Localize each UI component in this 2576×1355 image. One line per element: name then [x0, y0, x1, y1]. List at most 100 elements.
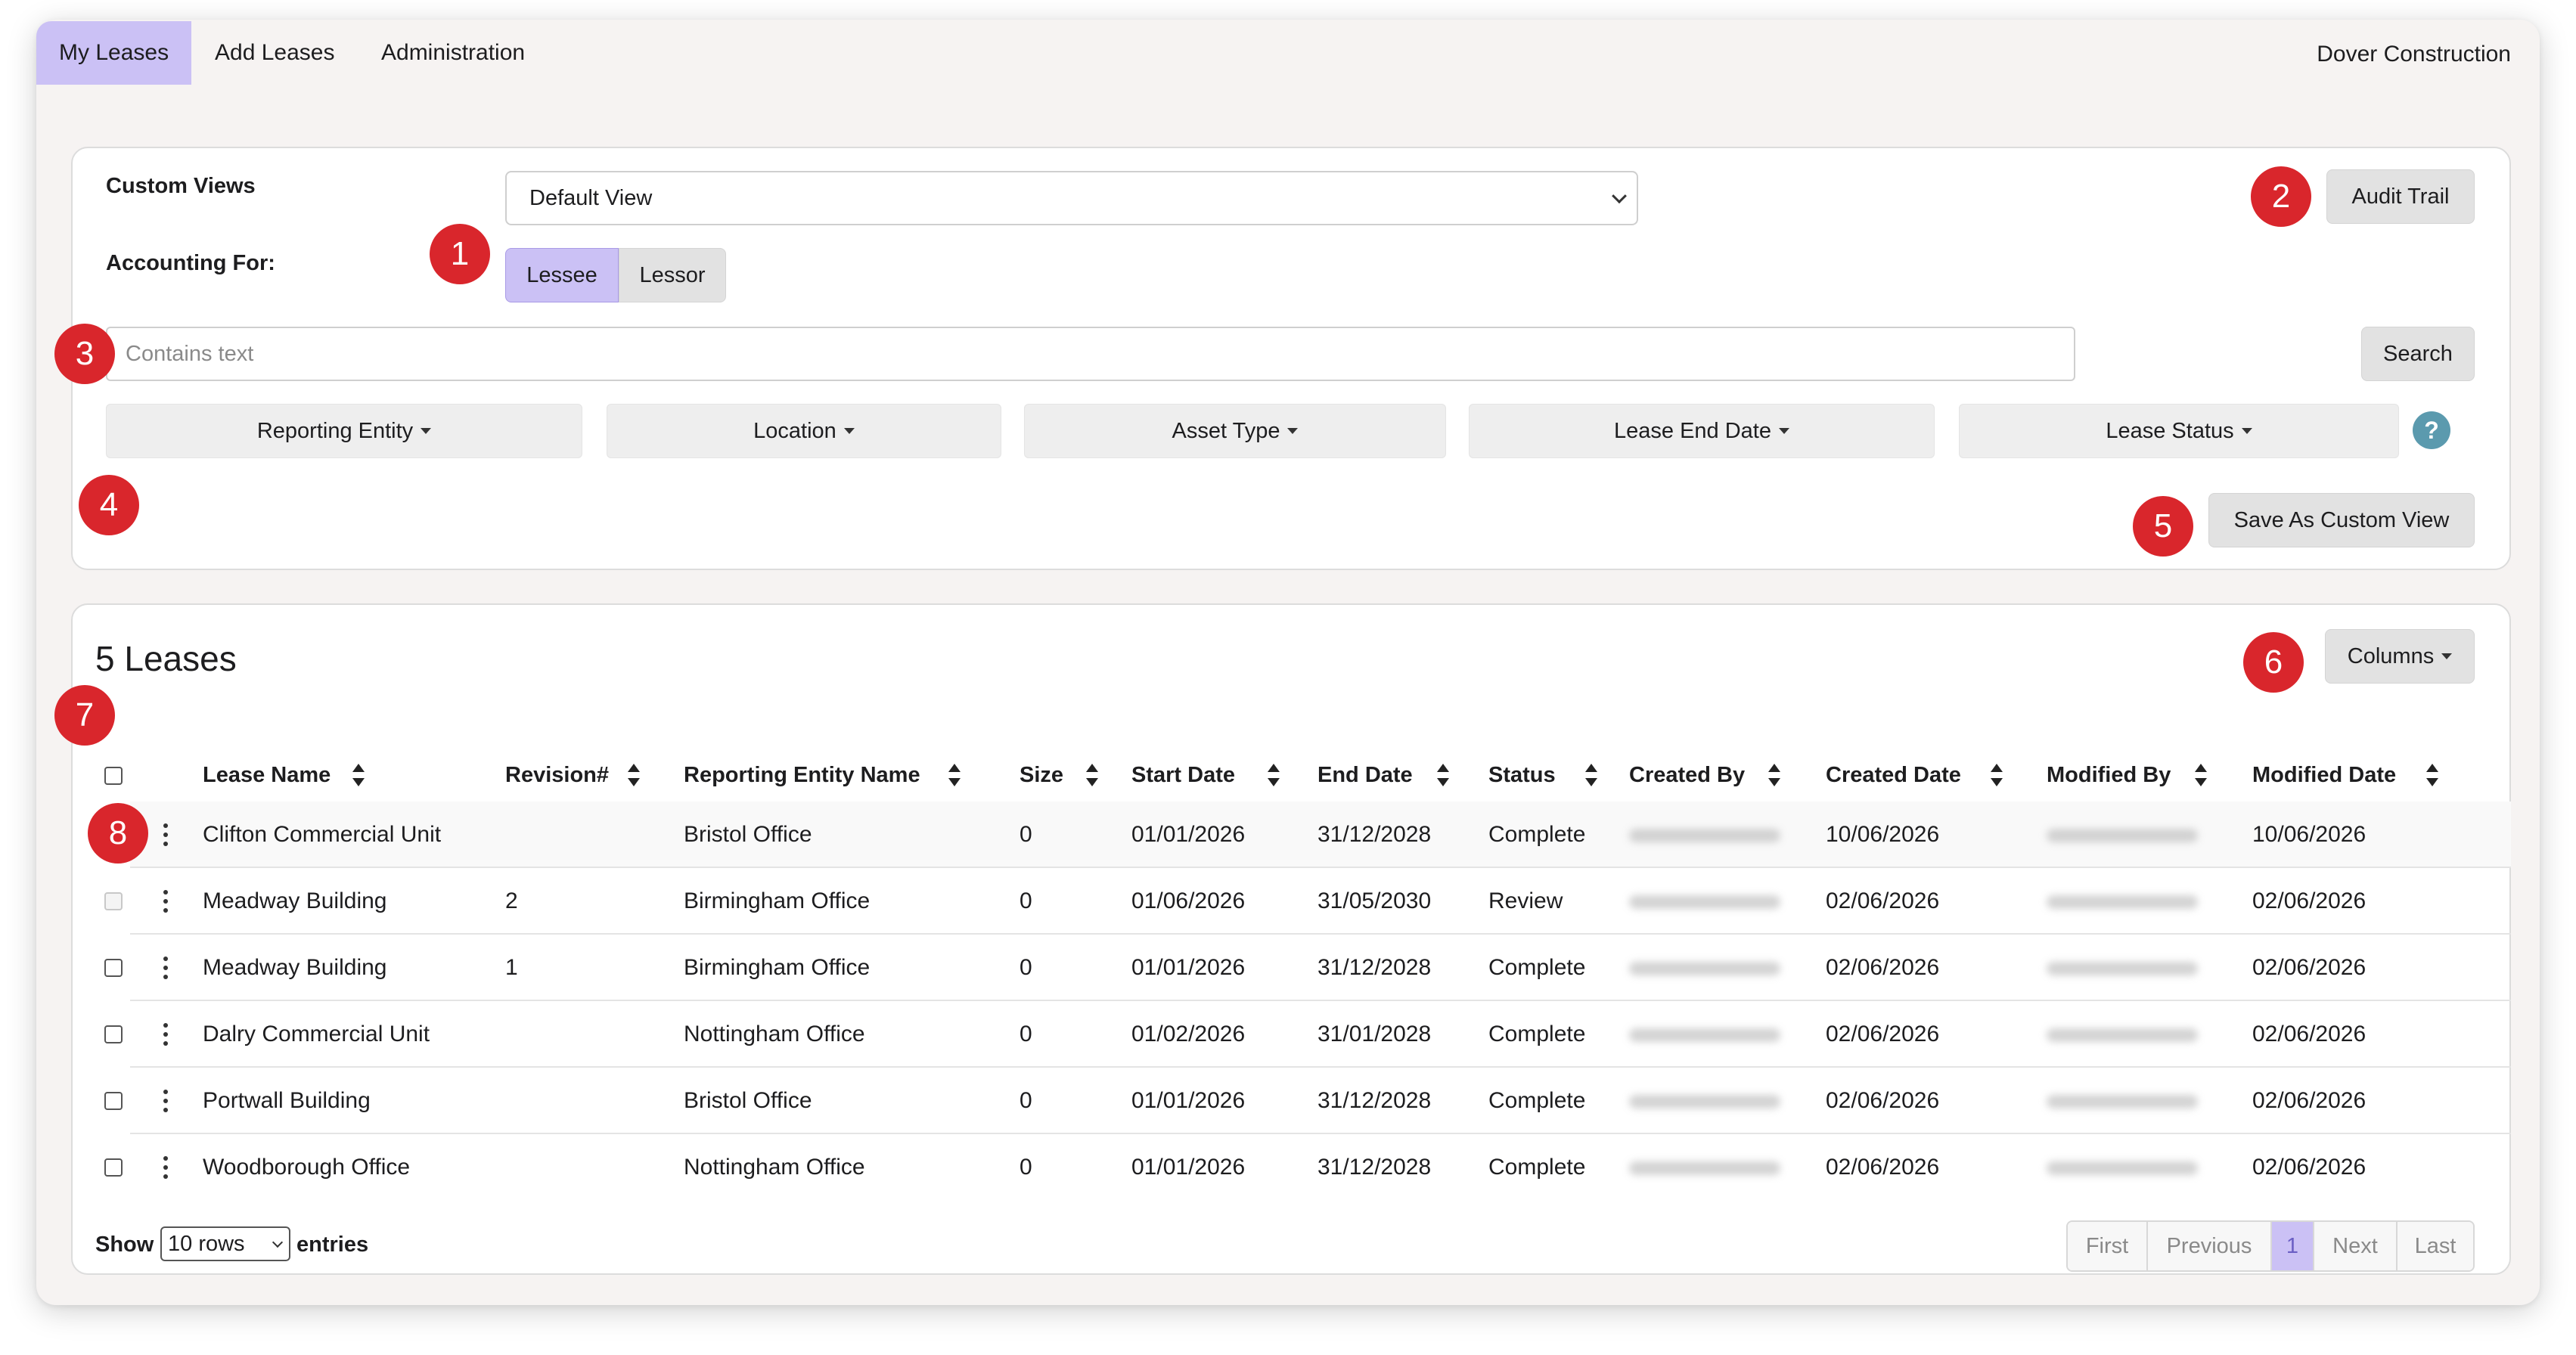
row-menu-icon[interactable]: [163, 1090, 168, 1112]
header-reporting-entity[interactable]: Reporting Entity Name: [684, 749, 961, 802]
created-by-redacted: [1629, 962, 1780, 975]
reporting-entity: Birmingham Office: [684, 955, 871, 980]
size: 0: [1020, 955, 1032, 980]
rows-per-page-select[interactable]: 10 rows: [160, 1226, 290, 1261]
lease-name[interactable]: Portwall Building: [203, 1068, 371, 1134]
created-by-redacted: [1629, 1095, 1780, 1108]
header-lease-name-label: Lease Name: [203, 763, 331, 787]
table-row[interactable]: Meadway Building 1 Birmingham Office 0 0…: [104, 935, 2511, 1001]
sort-icon: [351, 764, 366, 786]
annotation-marker-4: 4: [79, 475, 139, 535]
status: Review: [1488, 888, 1563, 913]
row-checkbox[interactable]: [104, 1092, 123, 1110]
header-end-date[interactable]: End Date: [1317, 749, 1449, 802]
lease-name[interactable]: Meadway Building: [203, 935, 386, 1001]
page-next-button[interactable]: Next: [2314, 1222, 2398, 1270]
location-filter[interactable]: Location: [607, 404, 1001, 458]
header-modified-by[interactable]: Modified By: [2047, 749, 2207, 802]
lease-name[interactable]: Dalry Commercial Unit: [203, 1001, 430, 1068]
reporting-entity: Nottingham Office: [684, 1155, 865, 1180]
save-custom-view-button[interactable]: Save As Custom View: [2208, 493, 2475, 547]
tab-add-leases[interactable]: Add Leases: [192, 21, 357, 85]
caret-down-icon: [1287, 428, 1299, 434]
reporting-entity: Bristol Office: [684, 822, 812, 847]
header-created-date[interactable]: Created Date: [1826, 749, 2003, 802]
table-row[interactable]: Clifton Commercial Unit Bristol Office 0…: [130, 802, 2511, 868]
header-start-date[interactable]: Start Date: [1131, 749, 1280, 802]
header-revision[interactable]: Revision#: [505, 749, 640, 802]
row-checkbox[interactable]: [104, 1158, 123, 1177]
lessor-toggle[interactable]: Lessor: [619, 248, 726, 302]
row-menu-icon[interactable]: [163, 1156, 168, 1179]
status: Complete: [1488, 955, 1586, 980]
created-by-redacted: [1629, 1161, 1780, 1175]
table-row[interactable]: Meadway Building 2 Birmingham Office 0 0…: [104, 868, 2511, 935]
header-created-date-label: Created Date: [1826, 763, 1961, 787]
header-created-by-label: Created By: [1629, 763, 1746, 787]
row-menu-icon[interactable]: [163, 823, 168, 846]
lease-end-date-filter[interactable]: Lease End Date: [1469, 404, 1935, 458]
reporting-entity: Nottingham Office: [684, 1022, 865, 1046]
start-date: 01/01/2026: [1131, 1088, 1246, 1113]
search-button[interactable]: Search: [2361, 327, 2475, 381]
leases-count-title: 5 Leases: [95, 639, 237, 678]
lease-name[interactable]: Meadway Building: [203, 868, 386, 935]
row-menu-icon[interactable]: [163, 890, 168, 913]
status: Complete: [1488, 1088, 1586, 1113]
sort-icon: [2425, 764, 2440, 786]
row-menu-icon[interactable]: [163, 957, 168, 979]
modified-by-redacted: [2047, 1161, 2198, 1175]
columns-button[interactable]: Columns: [2325, 629, 2475, 684]
lease-name[interactable]: Clifton Commercial Unit: [203, 802, 441, 868]
lease-name[interactable]: Woodborough Office: [203, 1134, 410, 1201]
lessee-toggle[interactable]: Lessee: [505, 248, 619, 302]
start-date: 01/01/2026: [1131, 822, 1246, 847]
sort-icon: [1989, 764, 2004, 786]
page-1-button[interactable]: 1: [2272, 1222, 2314, 1270]
header-created-by[interactable]: Created By: [1629, 749, 1780, 802]
annotation-marker-7: 7: [54, 685, 115, 746]
page-first-button[interactable]: First: [2068, 1222, 2148, 1270]
custom-view-select[interactable]: Default View: [505, 171, 1638, 225]
top-nav: My Leases Add Leases Administration Dove…: [36, 20, 2540, 85]
lease-status-filter-label: Lease Status: [2106, 418, 2234, 443]
annotation-marker-6: 6: [2243, 632, 2304, 693]
status: Complete: [1488, 822, 1586, 847]
row-checkbox[interactable]: [104, 959, 123, 977]
entries-label: entries: [296, 1233, 369, 1257]
sort-icon: [947, 764, 962, 786]
lease-status-filter[interactable]: Lease Status: [1959, 404, 2399, 458]
tab-my-leases[interactable]: My Leases: [36, 21, 192, 85]
header-end-date-label: End Date: [1317, 763, 1413, 787]
header-size[interactable]: Size: [1020, 749, 1098, 802]
created-date: 02/06/2026: [1826, 1155, 1940, 1180]
tab-administration[interactable]: Administration: [358, 21, 548, 85]
caret-down-icon: [1778, 428, 1789, 434]
page-last-button[interactable]: Last: [2398, 1222, 2473, 1270]
select-all-checkbox[interactable]: [104, 767, 123, 785]
chevron-down-icon: [272, 1236, 284, 1248]
row-menu-icon[interactable]: [163, 1023, 168, 1046]
table-row[interactable]: Woodborough Office Nottingham Office 0 0…: [104, 1134, 2511, 1201]
page-previous-button[interactable]: Previous: [2148, 1222, 2272, 1270]
header-modified-date-label: Modified Date: [2252, 763, 2397, 787]
help-icon[interactable]: ?: [2413, 411, 2450, 449]
size: 0: [1020, 1088, 1032, 1113]
row-checkbox[interactable]: [104, 1025, 123, 1043]
audit-trail-button[interactable]: Audit Trail: [2326, 169, 2475, 224]
caret-down-icon: [421, 428, 432, 434]
row-checkbox[interactable]: [104, 892, 123, 910]
header-lease-name[interactable]: Lease Name: [203, 749, 365, 802]
header-status[interactable]: Status: [1488, 749, 1597, 802]
table-row[interactable]: Dalry Commercial Unit Nottingham Office …: [104, 1001, 2511, 1068]
start-date: 01/02/2026: [1131, 1022, 1246, 1046]
search-input[interactable]: [106, 327, 2075, 381]
annotation-marker-1: 1: [430, 224, 490, 284]
sort-icon: [626, 764, 641, 786]
reporting-entity-filter[interactable]: Reporting Entity: [106, 404, 582, 458]
asset-type-filter[interactable]: Asset Type: [1024, 404, 1446, 458]
table-row[interactable]: Portwall Building Bristol Office 0 01/01…: [104, 1068, 2511, 1134]
sort-icon: [1085, 764, 1100, 786]
modified-by-redacted: [2047, 829, 2198, 842]
header-modified-date[interactable]: Modified Date: [2252, 749, 2438, 802]
